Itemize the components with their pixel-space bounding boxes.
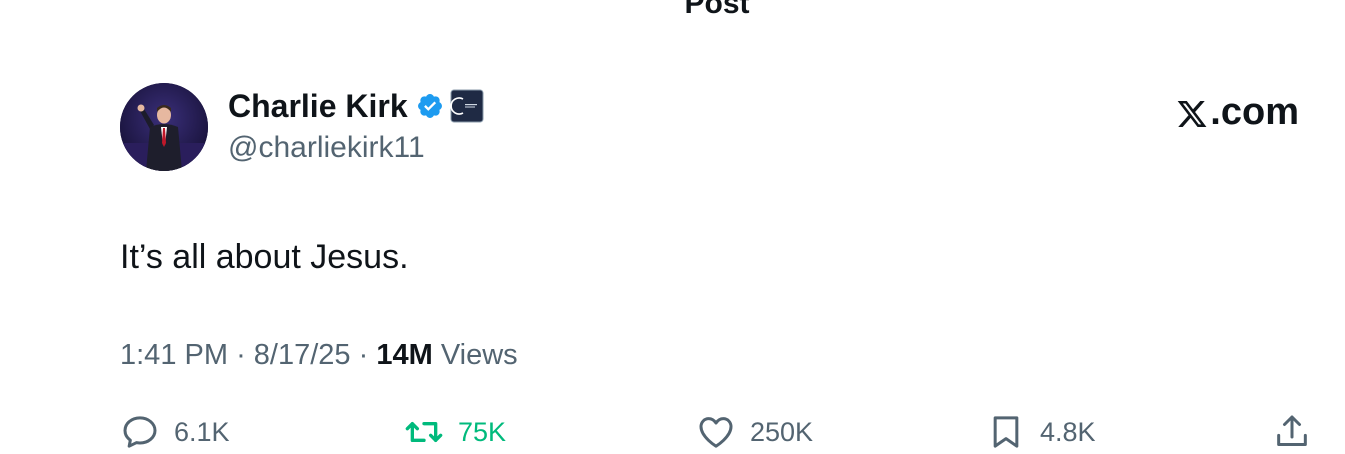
author-name-row: Charlie Kirk (228, 86, 484, 126)
post-date[interactable]: 8/17/25 (254, 339, 351, 371)
meta-separator: · (236, 339, 246, 371)
views-count: 14M (376, 339, 433, 371)
post-meta: 1:41 PM · 8/17/25 · 14M Views (120, 336, 518, 374)
verified-badge-icon (416, 92, 444, 120)
like-count: 250K (750, 416, 814, 447)
like-button[interactable]: 250K (696, 410, 813, 454)
avatar-image (120, 83, 208, 171)
share-button[interactable] (1272, 410, 1326, 454)
affiliate-badge-icon[interactable] (450, 89, 484, 123)
page-title: Post (684, 0, 750, 20)
reply-icon (123, 416, 157, 448)
avatar[interactable] (120, 83, 208, 171)
share-icon (1277, 415, 1307, 446)
brand-label: .com (1210, 91, 1299, 133)
bookmark-count: 4.8K (1040, 416, 1096, 447)
repost-icon (405, 422, 443, 442)
bookmark-button[interactable]: 4.8K (986, 410, 1096, 454)
bookmark-icon (993, 416, 1019, 448)
heart-icon (699, 417, 733, 448)
meta-separator: · (358, 339, 369, 371)
reply-count: 6.1K (174, 416, 230, 447)
post-text: It’s all about Jesus. (120, 238, 409, 276)
author-handle[interactable]: @charliekirk11 (228, 130, 425, 166)
repost-button[interactable]: 75K (404, 410, 506, 454)
reply-button[interactable]: 6.1K (120, 410, 230, 454)
x-logo-icon (1176, 96, 1208, 128)
brand-watermark: .com (1176, 90, 1299, 134)
views-label: Views (440, 339, 518, 371)
author-display-name[interactable]: Charlie Kirk (228, 86, 408, 126)
post-time[interactable]: 1:41 PM (120, 339, 228, 371)
repost-count: 75K (458, 416, 507, 447)
